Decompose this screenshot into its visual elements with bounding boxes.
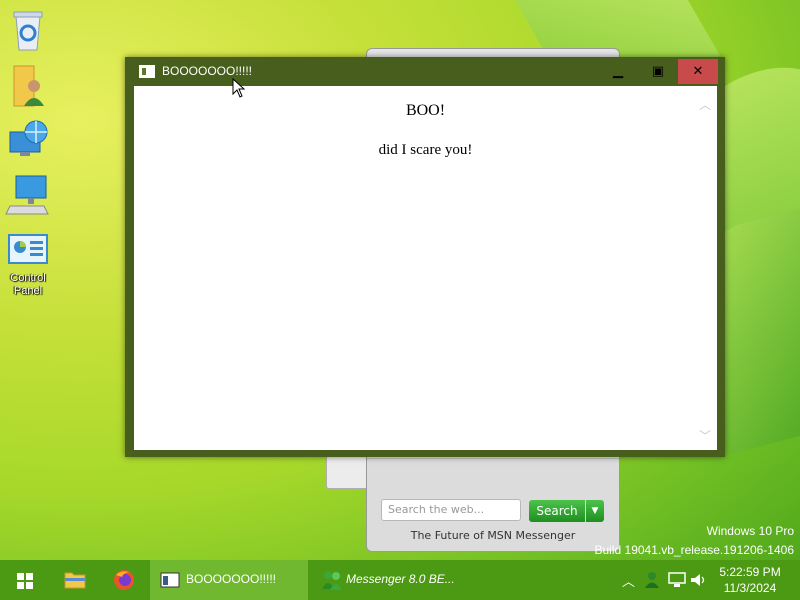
watermark-edition: Windows 10 Pro [706, 524, 794, 538]
clock-date: 11/3/2024 [723, 581, 777, 595]
network-icon[interactable] [4, 118, 52, 166]
minimize-icon: ▁ [613, 64, 623, 79]
control-panel-label: Control Panel [10, 272, 46, 297]
boo-heading: BOO! [405, 102, 446, 119]
scroll-down-icon[interactable]: ﹀ [699, 427, 711, 444]
windows-watermark: Windows 10 Pro Build 19041.vb_release.19… [595, 522, 795, 560]
user-folder-icon[interactable] [4, 62, 52, 114]
computer-icon [5, 175, 49, 215]
search-dropdown-button[interactable]: ▼ [586, 500, 604, 522]
window-content: BOO! did I scare you! ︿ ﹀ [134, 86, 717, 450]
control-panel-icon [8, 234, 48, 264]
chevron-down-icon: ▼ [591, 506, 599, 516]
title-bar[interactable]: BOOOOOOO!!!!! ▁ ▣ ✕ [125, 57, 725, 85]
network-icon [9, 120, 48, 156]
maximize-button[interactable]: ▣ [639, 59, 677, 84]
minimize-button[interactable]: ▁ [599, 59, 637, 84]
clock-time: 5:22:59 PM [719, 565, 781, 579]
boo-message: did I scare you! [378, 142, 473, 158]
start-button[interactable] [0, 560, 48, 600]
watermark-build: Build 19041.vb_release.191206-1406 [594, 543, 795, 557]
window-app-icon [139, 65, 155, 78]
file-explorer-button[interactable] [50, 560, 98, 600]
taskbar: BOOOOOOO!!!!! Messenger 8.0 BE... ︿ 5:22… [0, 560, 800, 600]
control-panel-icon[interactable]: Control Panel [4, 232, 52, 298]
taskbar-task-boo[interactable]: BOOOOOOO!!!!! [150, 560, 308, 600]
window-title: BOOOOOOO!!!!! [162, 64, 253, 78]
mouse-cursor-icon [232, 78, 246, 98]
user-folder-icon [13, 65, 44, 107]
taskbar-task-label: Messenger 8.0 BE... [346, 572, 455, 586]
close-button[interactable]: ✕ [678, 59, 718, 84]
windows-logo-icon [17, 573, 33, 589]
search-button[interactable]: Search [529, 500, 585, 522]
boo-window[interactable]: BOOOOOOO!!!!! ▁ ▣ ✕ BOO! did I scare you… [125, 57, 725, 457]
scroll-up-icon[interactable]: ︿ [699, 96, 711, 113]
maximize-icon: ▣ [651, 64, 665, 79]
window-app-icon [160, 572, 180, 588]
this-pc-icon[interactable] [4, 172, 52, 222]
close-icon: ✕ [692, 64, 704, 79]
recycle-bin-icon [13, 11, 43, 51]
taskbar-task-messenger[interactable]: Messenger 8.0 BE... [310, 560, 466, 600]
firefox-button[interactable] [100, 560, 148, 600]
messenger-tray-icon[interactable] [644, 571, 660, 589]
messenger-footer-text: The Future of MSN Messenger [410, 529, 576, 542]
taskbar-task-label: BOOOOOOO!!!!! [186, 572, 277, 586]
folder-icon [64, 572, 86, 589]
firefox-icon [114, 570, 134, 590]
recycle-bin-icon[interactable] [4, 8, 52, 56]
network-icon[interactable] [668, 572, 686, 588]
chevron-up-icon[interactable]: ︿ [622, 571, 635, 590]
system-clock[interactable]: 5:22:59 PM 11/3/2024 [700, 564, 800, 596]
web-search-input[interactable]: Search the web... [381, 499, 521, 521]
messenger-icon [322, 571, 342, 590]
